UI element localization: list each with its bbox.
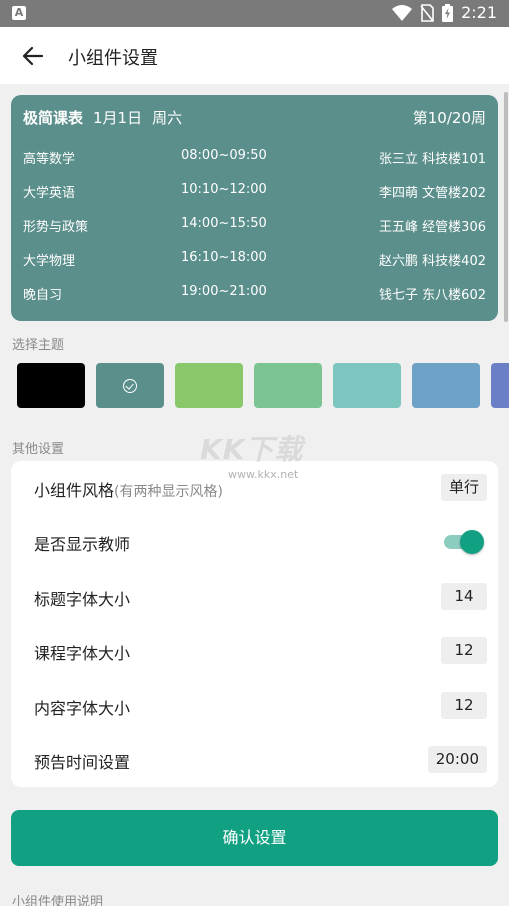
preview-time-label: 预告时间设置 <box>34 753 131 772</box>
preview-date: 1月1日 <box>93 109 143 127</box>
theme-swatch[interactable] <box>17 363 85 408</box>
other-section-label: 其他设置 <box>12 442 65 457</box>
usage-section-label[interactable]: 小组件使用说明 <box>12 891 103 906</box>
title-font-value[interactable]: 14 <box>441 583 487 610</box>
page-title: 小组件设置 <box>68 48 158 69</box>
course-name: 晚自习 <box>23 288 63 303</box>
setting-widget-style[interactable]: 小组件风格(有两种显示风格) 单行 <box>11 461 498 515</box>
app-bar: 小组件设置 <box>0 27 509 84</box>
theme-swatch-selected[interactable] <box>96 363 164 408</box>
preview-row: 形势与政策 14:00~15:50 王五峰 经管楼306 <box>23 216 486 236</box>
course-location: 赵六鹏 科技楼402 <box>379 254 486 269</box>
wifi-icon <box>392 5 413 21</box>
preview-row: 大学英语 10:10~12:00 李四萌 文管楼202 <box>23 182 486 202</box>
title-font-label: 标题字体大小 <box>34 590 131 609</box>
course-font-value[interactable]: 12 <box>441 637 487 664</box>
course-name: 形势与政策 <box>23 220 89 235</box>
content-font-label: 内容字体大小 <box>34 699 131 718</box>
theme-swatch[interactable] <box>491 363 509 408</box>
course-time: 08:00~09:50 <box>181 148 267 163</box>
setting-preview-time[interactable]: 预告时间设置 20:00 <box>11 733 498 787</box>
setting-content-font[interactable]: 内容字体大小 12 <box>11 679 498 733</box>
theme-swatch[interactable] <box>333 363 401 408</box>
course-name: 大学物理 <box>23 254 76 269</box>
show-teacher-label: 是否显示教师 <box>34 535 131 554</box>
setting-course-font[interactable]: 课程字体大小 12 <box>11 624 498 678</box>
clock: 2:21 <box>461 3 497 22</box>
content-font-value[interactable]: 12 <box>441 692 487 719</box>
style-hint: (有两种显示风格) <box>114 484 223 500</box>
back-arrow-icon[interactable] <box>20 43 46 69</box>
preview-row: 大学物理 16:10~18:00 赵六鹏 科技楼402 <box>23 250 486 270</box>
course-location: 王五峰 经管楼306 <box>379 220 486 235</box>
scrollbar[interactable] <box>504 92 508 322</box>
course-name: 大学英语 <box>23 186 76 201</box>
check-circle-icon <box>123 379 137 393</box>
course-location: 李四萌 文管楼202 <box>379 186 486 201</box>
preview-header: 极简课表 1月1日 周六 第10/20周 <box>23 107 486 129</box>
preview-week: 第10/20周 <box>412 109 486 127</box>
preview-time-value[interactable]: 20:00 <box>427 746 487 773</box>
course-location: 张三立 科技楼101 <box>379 152 486 167</box>
confirm-button[interactable]: 确认设置 <box>11 810 498 866</box>
preview-row: 高等数学 08:00~09:50 张三立 科技楼101 <box>23 148 486 168</box>
theme-swatch[interactable] <box>412 363 480 408</box>
course-font-label: 课程字体大小 <box>34 644 131 663</box>
toggle-knob <box>460 530 484 554</box>
setting-show-teacher[interactable]: 是否显示教师 <box>11 515 498 569</box>
show-teacher-toggle[interactable] <box>444 530 484 554</box>
course-time: 14:00~15:50 <box>181 216 267 231</box>
theme-swatch[interactable] <box>175 363 243 408</box>
status-bar: A 2:21 <box>0 0 509 27</box>
widget-preview: 极简课表 1月1日 周六 第10/20周 高等数学 08:00~09:50 张三立 … <box>11 95 498 321</box>
setting-label: 小组件风格(有两种显示风格) <box>34 477 223 501</box>
theme-swatch[interactable] <box>254 363 322 408</box>
settings-card: 小组件风格(有两种显示风格) 单行 是否显示教师 标题字体大小 14 课程字体大… <box>11 461 498 787</box>
style-label: 小组件风格 <box>34 481 115 500</box>
theme-section-label: 选择主题 <box>12 338 65 353</box>
course-time: 16:10~18:00 <box>181 250 267 265</box>
setting-title-font[interactable]: 标题字体大小 14 <box>11 570 498 624</box>
notification-icon: A <box>12 6 26 20</box>
style-value[interactable]: 单行 <box>440 474 487 501</box>
preview-row: 晚自习 19:00~21:00 钱七子 东八楼602 <box>23 284 486 304</box>
preview-weekday: 周六 <box>152 109 183 127</box>
course-time: 19:00~21:00 <box>181 284 267 299</box>
course-name: 高等数学 <box>23 152 76 167</box>
no-sim-icon <box>420 4 434 22</box>
course-time: 10:10~12:00 <box>181 182 267 197</box>
battery-charging-icon <box>442 4 454 22</box>
preview-brand: 极简课表 <box>23 109 84 127</box>
course-location: 钱七子 东八楼602 <box>379 288 486 303</box>
